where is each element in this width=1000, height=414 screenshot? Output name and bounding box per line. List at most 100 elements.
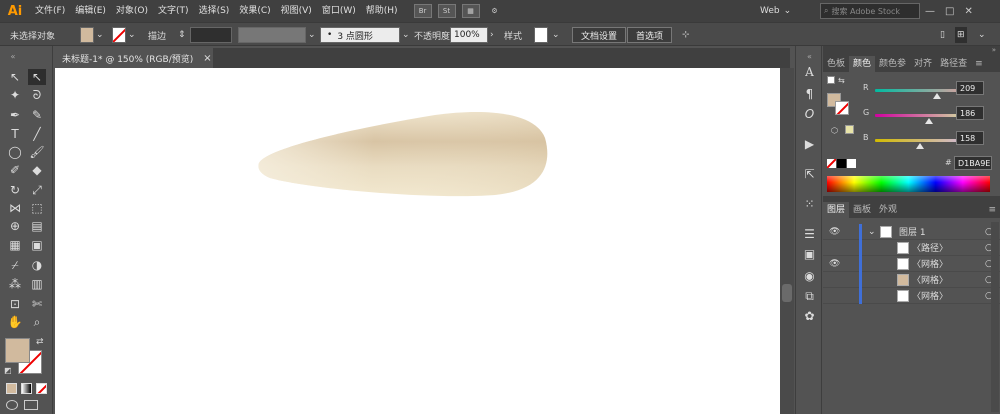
- blend-tool-icon[interactable]: ◑: [28, 257, 46, 273]
- pen-tool-icon[interactable]: ✒: [6, 107, 24, 123]
- b-value-input[interactable]: 158: [956, 131, 984, 145]
- actions-panel-icon[interactable]: ▶: [801, 136, 818, 152]
- align-panel-icon[interactable]: ☰: [801, 226, 818, 242]
- menu-file[interactable]: 文件(F): [30, 0, 70, 22]
- none-swatch[interactable]: [827, 159, 836, 168]
- default-fill-stroke-icon[interactable]: [827, 76, 835, 84]
- variable-width-profile[interactable]: [238, 27, 306, 43]
- lasso-icon[interactable]: ᘐ: [28, 87, 46, 103]
- r-value-input[interactable]: 209: [956, 81, 984, 95]
- perspective-grid-tool-icon[interactable]: ▤: [28, 218, 46, 234]
- chevron-down-icon[interactable]: ⌄: [552, 27, 560, 43]
- minimize-icon[interactable]: —: [925, 6, 935, 17]
- gradient-tool-icon[interactable]: ▣: [28, 237, 46, 253]
- document-tab[interactable]: 未标题-1* @ 150% (RGB/预览) ×: [55, 48, 213, 68]
- bridge-icon[interactable]: Br: [413, 4, 432, 18]
- stepper-icon[interactable]: ⇕: [178, 27, 186, 43]
- links-panel-icon[interactable]: ⧉: [801, 288, 818, 304]
- preferences-button[interactable]: 首选项: [627, 27, 673, 43]
- layer-row[interactable]: 👁 ⌄ 图层 1 ○: [823, 224, 1000, 240]
- menu-effect[interactable]: 效果(C): [234, 0, 275, 22]
- layer-item-row[interactable]: 〈网格〉 ○: [823, 288, 1000, 304]
- brush-definition[interactable]: • 3 点圆形: [320, 27, 400, 43]
- tab-pathfinder[interactable]: 路径查: [936, 56, 971, 72]
- character-panel-icon[interactable]: A: [801, 64, 818, 80]
- stock-icon[interactable]: St: [437, 4, 456, 18]
- expand-arrow-icon[interactable]: ⌄: [868, 227, 876, 237]
- close-tab-icon[interactable]: ×: [203, 53, 211, 64]
- gpu-performance-icon[interactable]: ⚙: [486, 4, 504, 18]
- chevron-down-icon[interactable]: ⌄: [308, 27, 316, 43]
- menu-type[interactable]: 文字(T): [153, 0, 194, 22]
- none-mode-icon[interactable]: [36, 383, 47, 394]
- white-swatch[interactable]: [847, 159, 856, 168]
- opacity-input[interactable]: 100%: [450, 27, 488, 43]
- maximize-icon[interactable]: □: [945, 6, 954, 17]
- paragraph-panel-icon[interactable]: ¶: [801, 86, 818, 102]
- selection-tool-icon[interactable]: ↖: [6, 69, 24, 85]
- collapse-icon[interactable]: «: [4, 48, 22, 64]
- eraser-tool-icon[interactable]: ◆: [28, 162, 46, 178]
- layer-name[interactable]: 图层 1: [899, 225, 926, 238]
- draw-normal-icon[interactable]: [6, 400, 18, 410]
- rotate-tool-icon[interactable]: ↻: [6, 182, 24, 198]
- graphic-style-swatch[interactable]: [534, 27, 548, 43]
- r-slider-thumb[interactable]: [933, 93, 941, 99]
- column-graph-tool-icon[interactable]: ▥: [28, 276, 46, 292]
- chevron-down-icon[interactable]: ⌄: [96, 27, 104, 43]
- symbol-sprayer-tool-icon[interactable]: ⁂: [6, 276, 24, 292]
- tab-color[interactable]: 颜色: [849, 56, 876, 72]
- panel-menu-icon[interactable]: ≡: [984, 202, 1000, 218]
- item-label[interactable]: 〈路径〉: [912, 241, 948, 254]
- item-label[interactable]: 〈网格〉: [912, 273, 948, 286]
- menu-select[interactable]: 选择(S): [194, 0, 235, 22]
- opentype-panel-icon[interactable]: O: [801, 106, 818, 122]
- artboard-tool-icon[interactable]: ⊡: [6, 296, 24, 312]
- hex-input[interactable]: D1BA9E: [954, 156, 992, 170]
- vertical-scrollbar[interactable]: [780, 68, 794, 414]
- tab-align[interactable]: 对齐: [910, 56, 936, 72]
- gamut-swatch[interactable]: [845, 125, 854, 134]
- menu-window[interactable]: 窗口(W): [317, 0, 361, 22]
- collapse-panels-icon[interactable]: »: [823, 46, 1000, 56]
- free-transform-tool-icon[interactable]: ⬚: [28, 200, 46, 216]
- document-setup-button[interactable]: 文档设置: [572, 27, 627, 43]
- gradient-panel-icon[interactable]: ▣: [801, 246, 818, 262]
- item-label[interactable]: 〈网格〉: [912, 257, 948, 270]
- gradient-mode-icon[interactable]: [21, 383, 32, 394]
- magic-wand-icon[interactable]: ✦: [6, 87, 24, 103]
- type-tool-icon[interactable]: T: [6, 126, 24, 142]
- paintbrush-tool-icon[interactable]: 🖌: [28, 144, 46, 160]
- direct-selection-tool-icon[interactable]: ↖: [28, 69, 46, 85]
- symbols-panel-icon[interactable]: ✿: [801, 308, 818, 324]
- artboard-canvas[interactable]: [55, 68, 790, 414]
- layer-item-row[interactable]: 〈路径〉 ○: [823, 240, 1000, 256]
- workspace-switcher[interactable]: Web ⌄: [760, 3, 815, 19]
- menu-help[interactable]: 帮助(H): [361, 0, 403, 22]
- panel-stroke-swatch[interactable]: [835, 101, 849, 115]
- swap-icon[interactable]: ⇆: [838, 76, 845, 85]
- visibility-eye-icon[interactable]: 👁: [829, 259, 840, 269]
- scrollbar-thumb[interactable]: [782, 284, 792, 302]
- out-of-gamut-icon[interactable]: ⬡: [831, 126, 838, 135]
- fill-swatch[interactable]: [80, 27, 94, 43]
- transform-options-icon[interactable]: ⊹: [682, 27, 690, 43]
- layer-item-row[interactable]: 👁 〈网格〉 ○: [823, 256, 1000, 272]
- tab-swatches[interactable]: 色板: [823, 56, 849, 72]
- align-options-icon[interactable]: ⊞: [955, 27, 967, 43]
- menu-view[interactable]: 视图(V): [276, 0, 317, 22]
- arrange-documents-icon[interactable]: ▦: [461, 4, 480, 18]
- tab-layers[interactable]: 图层: [823, 202, 850, 218]
- slice-tool-icon[interactable]: ✄: [28, 296, 46, 312]
- layer-item-row[interactable]: 〈网格〉 ○: [823, 272, 1000, 288]
- default-colors-icon[interactable]: ◩: [4, 366, 12, 375]
- menu-edit[interactable]: 编辑(E): [70, 0, 111, 22]
- transform-panel-icon[interactable]: ⁙: [801, 196, 818, 212]
- tab-color-guide[interactable]: 颜色参: [875, 56, 910, 72]
- hand-tool-icon[interactable]: ✋: [6, 314, 24, 330]
- chevron-right-icon[interactable]: ›: [490, 27, 494, 43]
- color-spectrum[interactable]: [827, 176, 990, 192]
- g-slider-thumb[interactable]: [925, 118, 933, 124]
- scale-tool-icon[interactable]: ⤢: [28, 182, 46, 198]
- tab-artboards[interactable]: 画板: [849, 202, 875, 218]
